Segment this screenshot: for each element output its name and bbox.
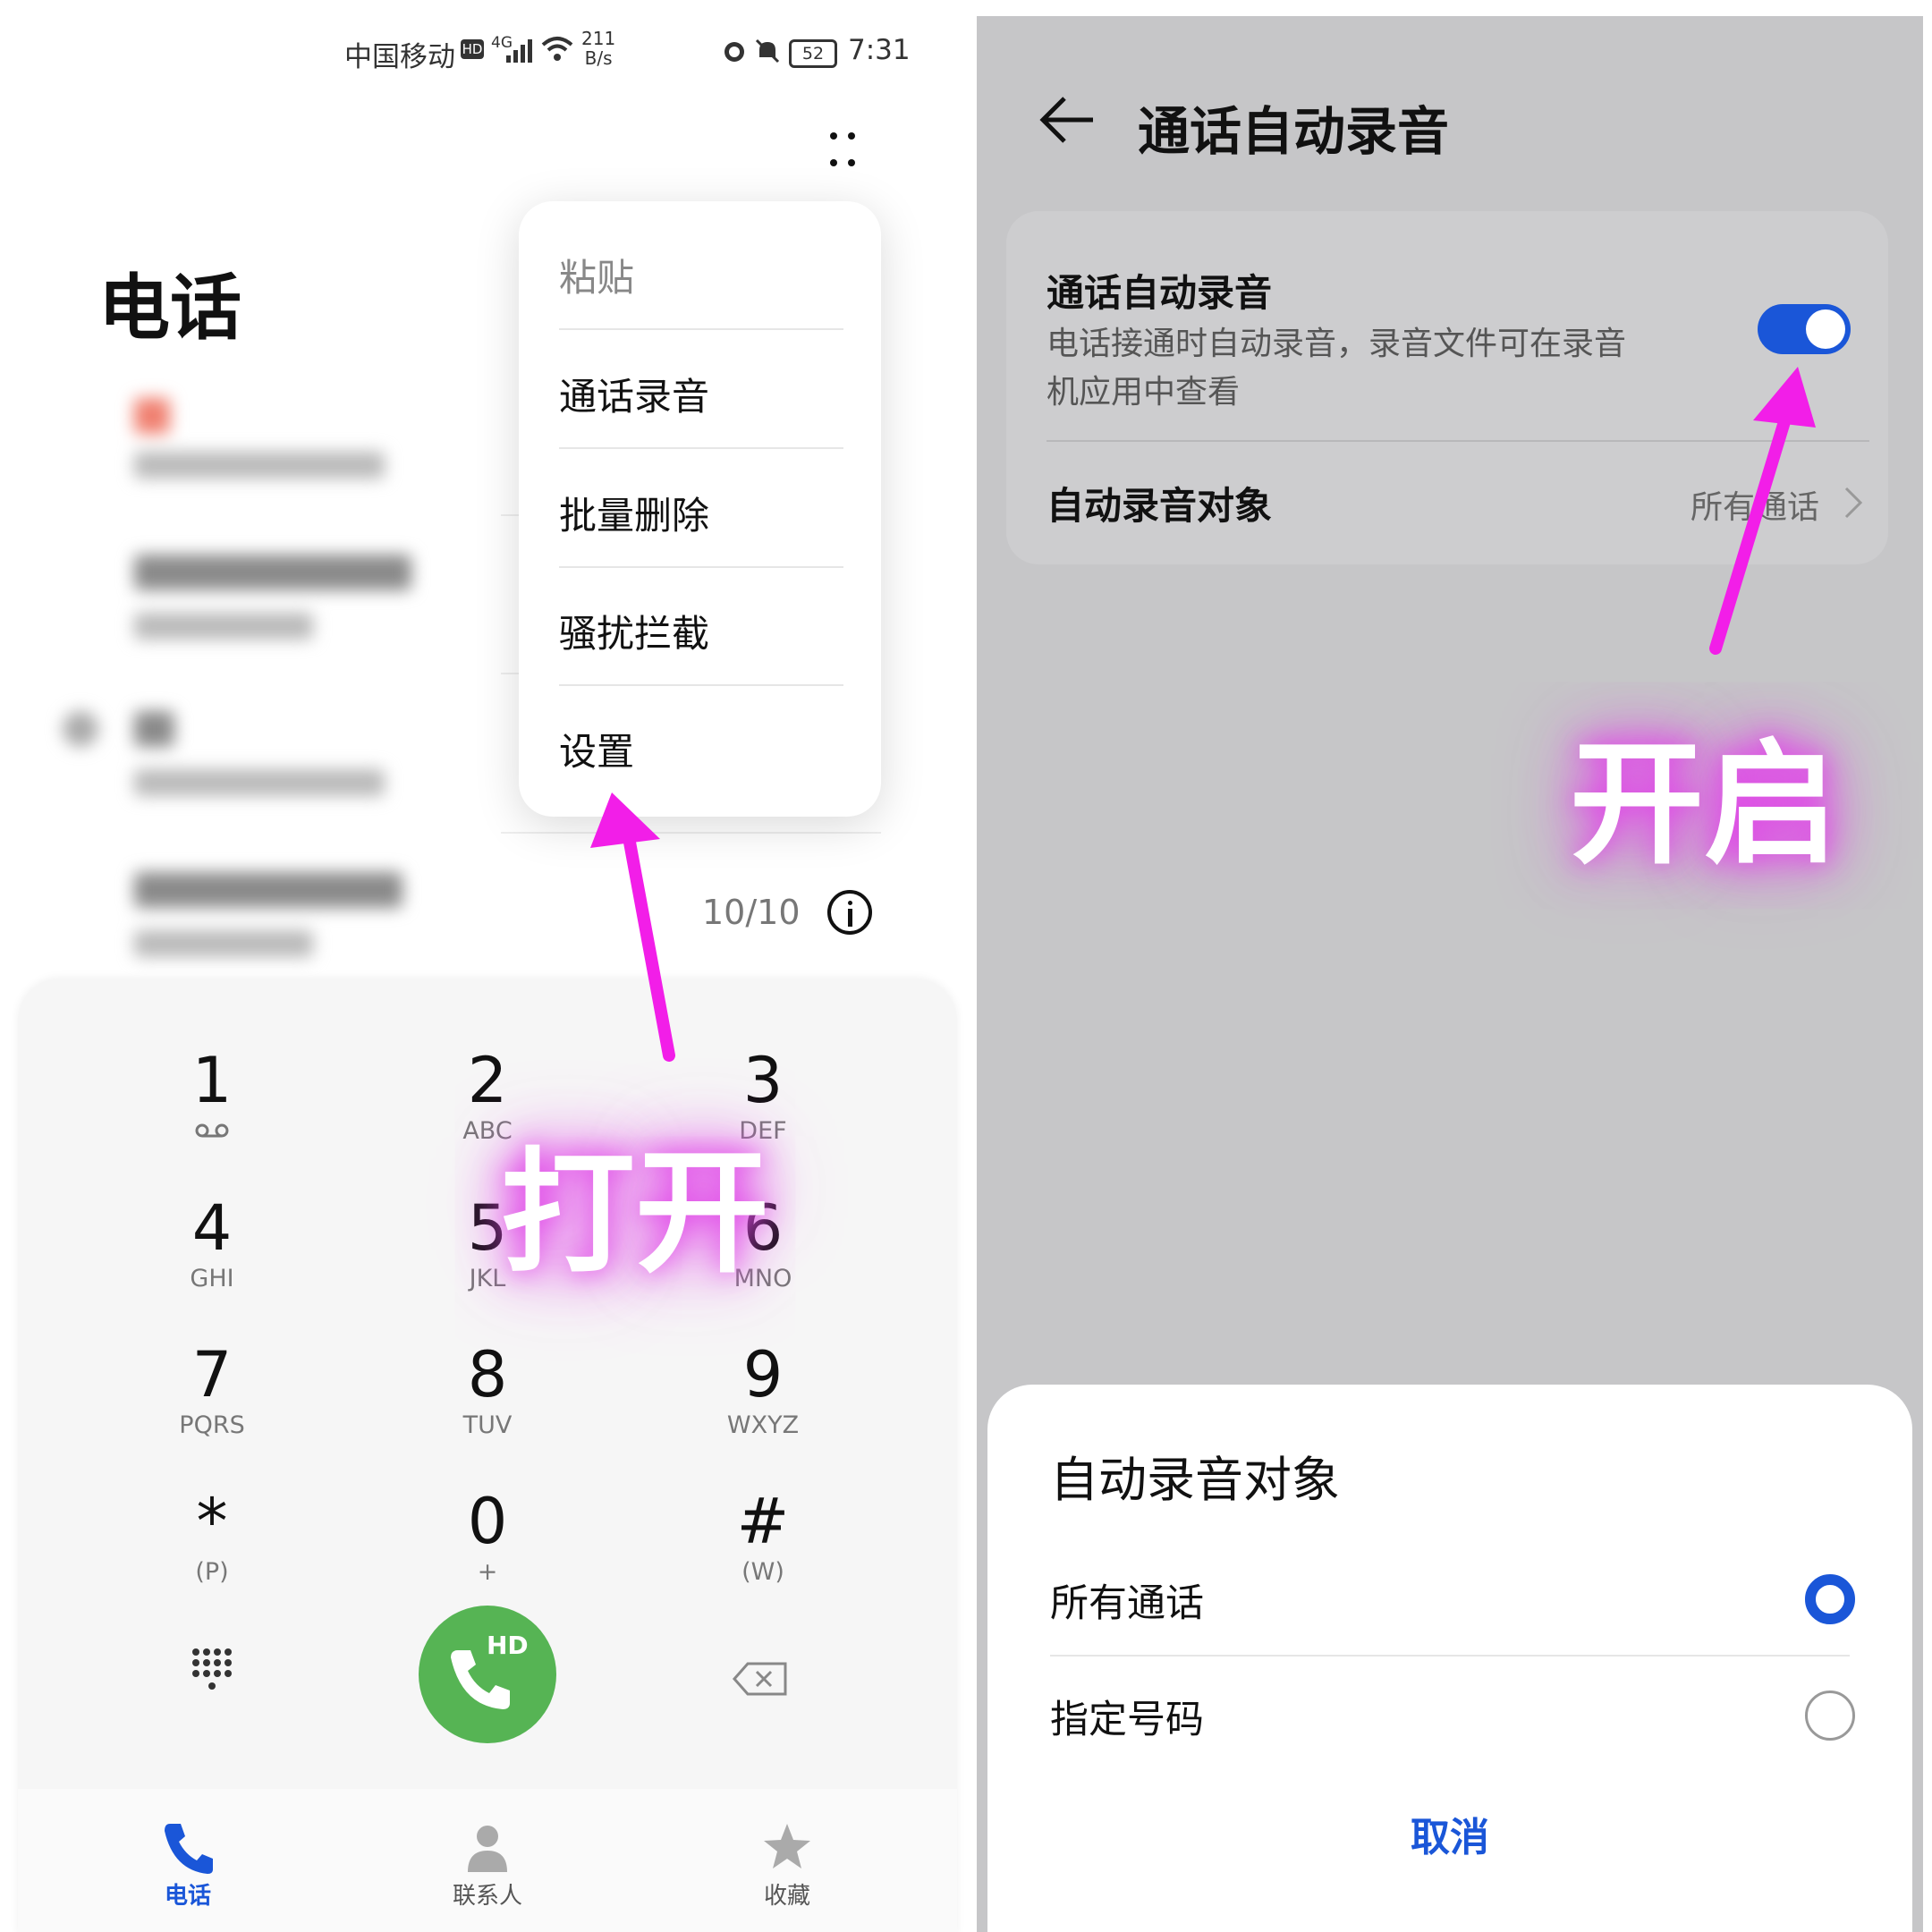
annotation-arrowhead-left [590,792,660,848]
annotation-arrow-right [1709,401,1795,655]
annotation-label-open: 打开 [501,1136,770,1292]
annotation-label-enable: 开启 [1570,727,1839,883]
annotation-arrowhead-right [1753,367,1816,428]
annotation-arrows [590,367,1816,1062]
annotation-arrow-left [620,817,675,1062]
